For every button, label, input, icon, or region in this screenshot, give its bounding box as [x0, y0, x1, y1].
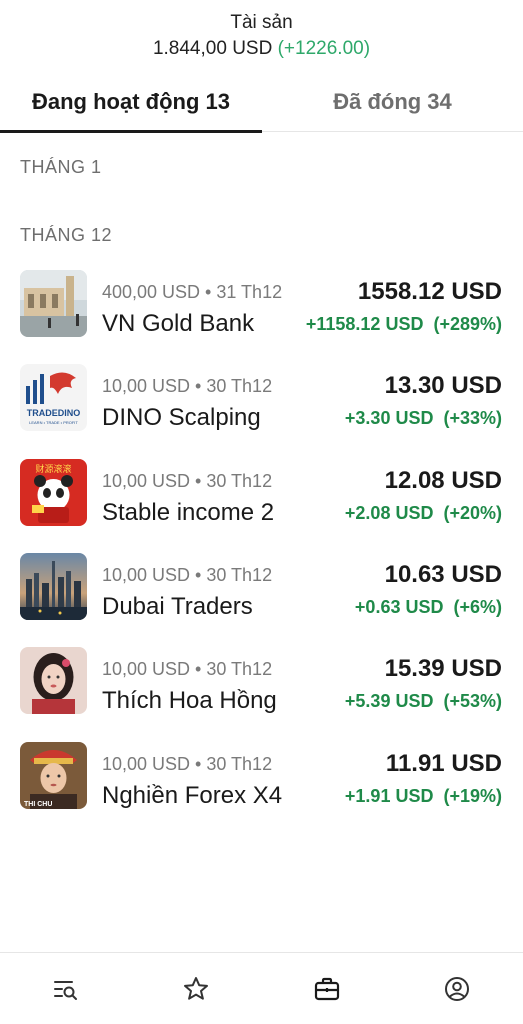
assets-header: Tài sản 1.844,00 USD (+1226.00)	[0, 0, 523, 70]
strategy-value: 1558.12 USD	[357, 278, 502, 305]
profile-icon[interactable]	[443, 975, 473, 1005]
strategy-name: VN Gold Bank	[102, 310, 255, 337]
section-month-12: THÁNG 12	[20, 225, 113, 245]
strategy-change-amount: +2.08 USD	[344, 503, 434, 523]
logo-text: 财源滚滚	[35, 463, 71, 475]
strategy-meta: 10,00 USD • 30 Th12	[102, 754, 273, 774]
strategy-meta: 10,00 USD • 30 Th12	[102, 565, 273, 585]
strategy-change: +3.30 USD (+33%)	[345, 408, 502, 429]
strategy-meta: 10,00 USD • 30 Th12	[102, 471, 273, 491]
strategy-change-amount: +0.63 USD	[354, 597, 444, 617]
monk-portrait-avatar: THI CHU	[20, 742, 87, 809]
strategy-change-percent: (+33%)	[443, 408, 502, 428]
strategy-change: +2.08 USD (+20%)	[345, 503, 502, 524]
strategy-value: 12.08 USD	[384, 467, 502, 494]
strategy-row-dino-scalping[interactable]: TRADEDINO LEARN • TRADE • PROFIT 10,00 U…	[0, 364, 523, 434]
strategy-change-percent: (+19%)	[443, 786, 502, 806]
strategy-meta: 10,00 USD • 30 Th12	[102, 659, 273, 679]
tab-closed-strategies[interactable]: Đã đóng 34	[262, 80, 523, 132]
strategy-name: Nghiền Forex X4	[102, 782, 283, 809]
strategy-row-vn-gold-bank[interactable]: 400,00 USD • 31 Th12 VN Gold Bank 1558.1…	[0, 270, 523, 340]
strategy-change-amount: +1.91 USD	[344, 786, 434, 806]
dubai-skyline-avatar	[20, 553, 87, 620]
strategy-value: 11.91 USD	[385, 750, 502, 777]
assets-change: (+1226.00)	[277, 38, 371, 59]
logo-text: TRADEDINO	[27, 408, 81, 418]
strategy-row-nghien-forex-x4[interactable]: THI CHU 10,00 USD • 30 Th12 Nghiền Forex…	[0, 742, 523, 812]
strategy-change: +1158.12 USD (+289%)	[306, 314, 502, 335]
strategy-meta: 400,00 USD • 31 Th12	[102, 282, 283, 302]
strategy-value: 10.63 USD	[384, 561, 502, 588]
strategy-row-stable-income-2[interactable]: 财源滚滚 10,00 USD • 30 Th12 Stable income 2…	[0, 459, 523, 529]
tab-bar: Đang hoạt động 13 Đã đóng 34	[0, 80, 523, 133]
strategy-change-amount: +3.30 USD	[344, 408, 434, 428]
assets-title: Tài sản	[230, 12, 293, 33]
tradedino-logo-avatar: TRADEDINO LEARN • TRADE • PROFIT	[20, 364, 87, 431]
mosque-photo-avatar	[20, 270, 87, 337]
assets-amount: 1.844,00 USD	[152, 38, 273, 59]
star-icon[interactable]	[182, 975, 212, 1005]
panda-avatar: 财源滚滚	[20, 459, 87, 526]
strategy-change: +5.39 USD (+53%)	[345, 691, 502, 712]
woman-portrait-avatar	[20, 647, 87, 714]
logo-subtext: LEARN • TRADE • PROFIT	[29, 420, 78, 425]
strategy-name: Thích Hoa Hồng	[102, 687, 277, 714]
bottom-nav	[0, 952, 523, 1024]
strategy-change-percent: (+53%)	[443, 691, 502, 711]
tab-active-strategies[interactable]: Đang hoạt động 13	[0, 80, 262, 133]
strategy-change-percent: (+289%)	[433, 314, 502, 334]
strategy-change-percent: (+6%)	[453, 597, 502, 617]
strategy-change: +1.91 USD (+19%)	[345, 786, 502, 807]
strategy-name: DINO Scalping	[102, 404, 261, 431]
strategy-name: Stable income 2	[102, 499, 275, 526]
strategy-change-amount: +1158.12 USD	[305, 314, 424, 334]
section-month-1: THÁNG 1	[20, 157, 102, 177]
assets-value: 1.844,00 USD (+1226.00)	[0, 38, 523, 60]
strategy-name: Dubai Traders	[102, 593, 253, 620]
logo-text: THI CHU	[24, 801, 52, 808]
strategy-row-thich-hoa-hong[interactable]: 10,00 USD • 30 Th12 Thích Hoa Hồng 15.39…	[0, 647, 523, 717]
strategy-meta: 10,00 USD • 30 Th12	[102, 376, 273, 396]
strategy-value: 13.30 USD	[384, 372, 502, 399]
strategy-change-amount: +5.39 USD	[344, 691, 434, 711]
strategy-change-percent: (+20%)	[443, 503, 502, 523]
briefcase-icon[interactable]	[313, 975, 343, 1005]
search-list-icon[interactable]	[52, 975, 82, 1005]
strategy-change: +0.63 USD (+6%)	[355, 597, 502, 618]
strategy-value: 15.39 USD	[384, 655, 502, 682]
strategy-row-dubai-traders[interactable]: 10,00 USD • 30 Th12 Dubai Traders 10.63 …	[0, 553, 523, 623]
